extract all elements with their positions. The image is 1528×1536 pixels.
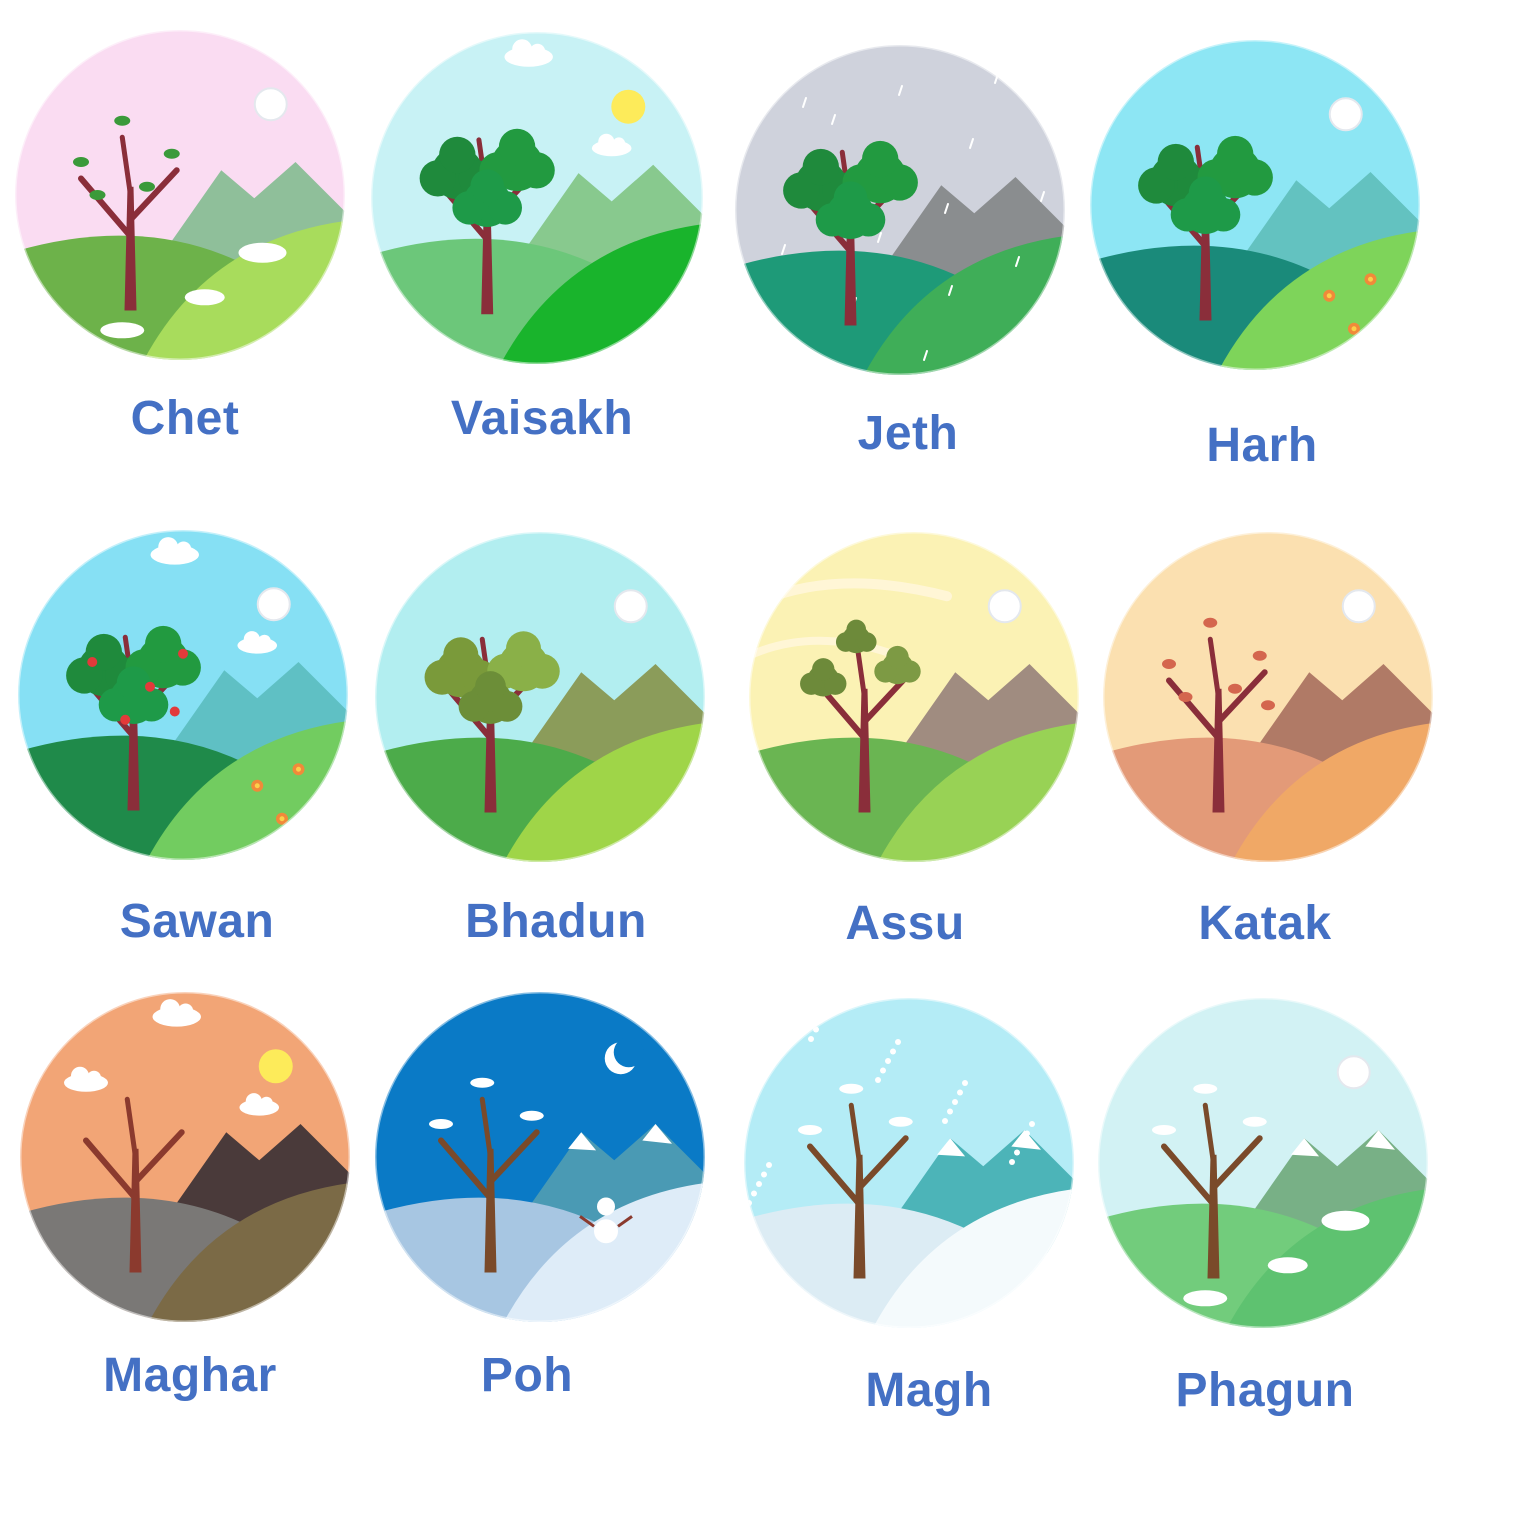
snowflake-icon — [885, 1058, 891, 1064]
snowflake-icon — [875, 1077, 881, 1083]
spring-blossom-scene-icon — [13, 28, 347, 362]
apple-icon — [87, 657, 98, 667]
late-summer-scene-icon — [373, 530, 707, 864]
month-label-harh: Harh — [1206, 419, 1318, 472]
apple-icon — [178, 648, 188, 659]
snowflake-icon — [828, 998, 834, 1004]
rain-icon — [735, 45, 736, 55]
windy-autumn-scene-icon — [747, 530, 1081, 864]
snowflake-icon — [962, 1080, 968, 1086]
summer-flowers-scene-icon — [1088, 38, 1422, 372]
snowflake-icon — [890, 1048, 896, 1055]
sun-icon — [1341, 589, 1376, 624]
month-label-maghar: Maghar — [103, 1349, 277, 1402]
snowflake-icon — [1009, 1159, 1015, 1165]
winter-night-scene-icon — [373, 990, 707, 1324]
month-label-assu: Assu — [845, 897, 965, 950]
snowflake-icon — [895, 1039, 901, 1045]
sun-icon — [1328, 97, 1363, 132]
sun-icon — [258, 1049, 293, 1084]
snowflake-icon — [1029, 1121, 1035, 1127]
full-green-scene-icon — [369, 30, 705, 366]
month-label-chet: Chet — [130, 392, 240, 445]
snowflake-icon — [756, 1181, 762, 1187]
snowflake-icon — [744, 998, 747, 1001]
snowflake-icon — [1014, 1149, 1020, 1156]
month-label-katak: Katak — [1198, 897, 1332, 950]
month-label-bhadun: Bhadun — [465, 895, 647, 948]
thaw-scene-icon — [1096, 996, 1430, 1330]
snowflake-icon — [808, 1036, 814, 1042]
sun-icon — [613, 589, 648, 624]
apple-icon — [120, 714, 131, 725]
rain-icon — [1019, 338, 1024, 349]
apple-icon — [145, 681, 155, 692]
snowflake-icon — [880, 1067, 886, 1074]
snowflake-icon — [942, 1118, 948, 1124]
month-label-jeth: Jeth — [857, 407, 959, 460]
snowflake-icon — [952, 1099, 958, 1105]
snowflake-icon — [947, 1108, 953, 1115]
month-label-vaisakh: Vaisakh — [450, 392, 634, 445]
fruit-tree-scene-icon — [16, 528, 350, 862]
bare-dusk-scene-icon — [18, 990, 352, 1324]
snowflake-icon — [1024, 1130, 1030, 1137]
snowflake-icon — [957, 1089, 963, 1096]
snowflake-icon — [823, 1007, 829, 1014]
apple-icon — [169, 706, 180, 717]
month-label-sawan: Sawan — [119, 895, 275, 948]
rain-icon — [760, 61, 765, 72]
sun-icon — [253, 87, 288, 122]
sun-icon — [611, 89, 646, 124]
sun-icon — [987, 589, 1022, 624]
snowflake-icon — [766, 1162, 772, 1168]
sun-icon — [256, 587, 291, 622]
sun-icon — [1336, 1055, 1371, 1090]
snowflake-icon — [1019, 1140, 1025, 1146]
snowflake-icon — [761, 1171, 767, 1178]
rain-icon — [827, 362, 832, 373]
month-label-phagun: Phagun — [1175, 1364, 1355, 1417]
rain-icon — [756, 309, 761, 320]
snowfall-scene-icon — [742, 996, 1076, 1330]
month-label-magh: Magh — [865, 1364, 993, 1417]
rain-icon — [735, 126, 740, 137]
snowflake-icon — [751, 1190, 757, 1197]
month-label-poh: Poh — [480, 1349, 574, 1402]
rain-scene-icon — [733, 43, 1067, 377]
autumn-bare-scene-icon — [1101, 530, 1435, 864]
